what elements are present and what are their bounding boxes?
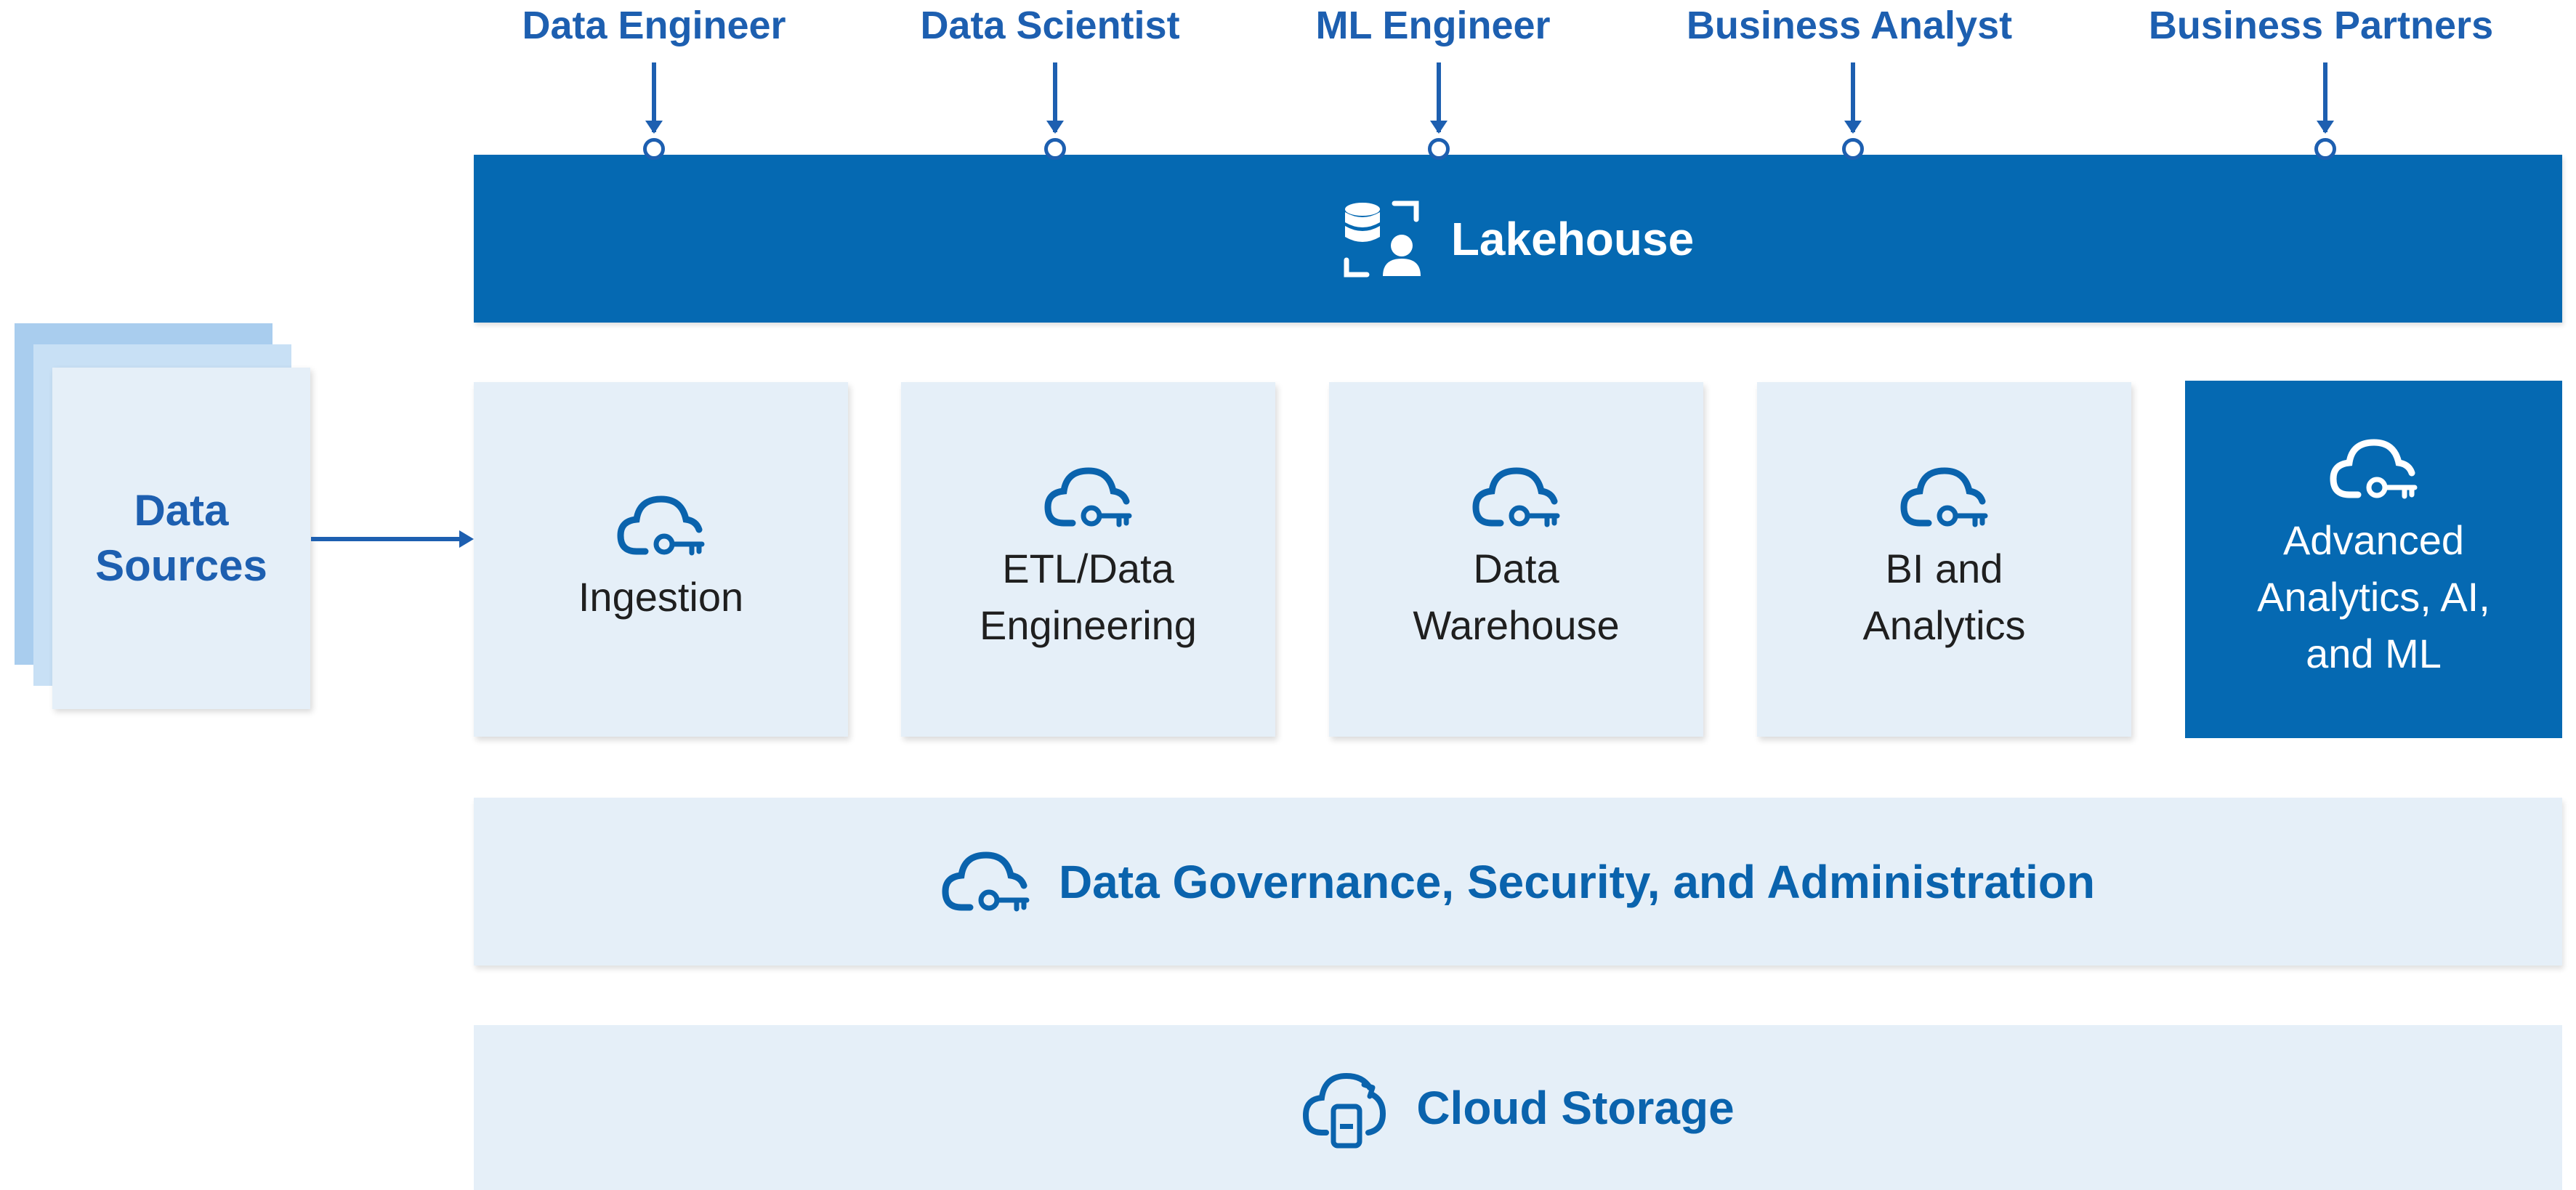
component-etl-data-engineering: ETL/Data Engineering — [901, 382, 1275, 737]
cloud-key-icon — [2329, 437, 2419, 502]
role-connector-dot — [2314, 138, 2336, 160]
data-sources-title: Data Sources — [95, 486, 267, 590]
role-connector-dot — [643, 138, 665, 160]
role-connector-dot — [1428, 138, 1450, 160]
lakehouse-bar: Lakehouse — [474, 155, 2562, 323]
database-user-icon — [1342, 199, 1426, 279]
cloud-key-icon — [616, 493, 706, 559]
role-arrow — [1437, 62, 1441, 132]
cloud-key-icon — [1043, 465, 1134, 530]
cloud-key-icon — [941, 849, 1031, 915]
role-label: Data Engineer — [522, 4, 786, 47]
role-label: ML Engineer — [1315, 4, 1551, 47]
component-data-warehouse: Data Warehouse — [1329, 382, 1703, 737]
role-arrow — [1053, 62, 1057, 132]
role-label: Data Scientist — [920, 4, 1180, 47]
data-sources-arrow-head — [459, 530, 474, 548]
role-connector-dot — [1842, 138, 1864, 160]
data-sources-card: Data Sources — [52, 368, 310, 709]
cloud-key-icon — [1899, 465, 1990, 530]
role-connector-dot — [1044, 138, 1066, 160]
cloud-storage-icon — [1301, 1066, 1389, 1150]
component-label: Data Warehouse — [1413, 546, 1620, 648]
data-sources-arrow — [311, 537, 462, 541]
component-ingestion: Ingestion — [474, 382, 848, 737]
component-label: BI and Analytics — [1862, 546, 2026, 648]
component-label: Ingestion — [578, 574, 744, 620]
component-label: ETL/Data Engineering — [980, 546, 1197, 648]
component-bi-analytics: BI and Analytics — [1757, 382, 2131, 737]
role-label: Business Partners — [2148, 4, 2494, 47]
lakehouse-title: Lakehouse — [1450, 212, 1695, 265]
component-advanced-analytics: Advanced Analytics, AI, and ML — [2185, 381, 2562, 738]
role-label: Business Analyst — [1686, 4, 2013, 47]
cloud-key-icon — [1471, 465, 1562, 530]
role-arrow — [1851, 62, 1855, 132]
governance-title: Data Governance, Security, and Administr… — [1058, 855, 2096, 908]
cloud-storage-title: Cloud Storage — [1416, 1081, 1735, 1134]
role-arrow — [652, 62, 656, 132]
governance-bar: Data Governance, Security, and Administr… — [474, 798, 2562, 966]
cloud-storage-bar: Cloud Storage — [474, 1025, 2562, 1190]
component-label: Advanced Analytics, AI, and ML — [2257, 517, 2490, 676]
role-arrow — [2323, 62, 2327, 132]
